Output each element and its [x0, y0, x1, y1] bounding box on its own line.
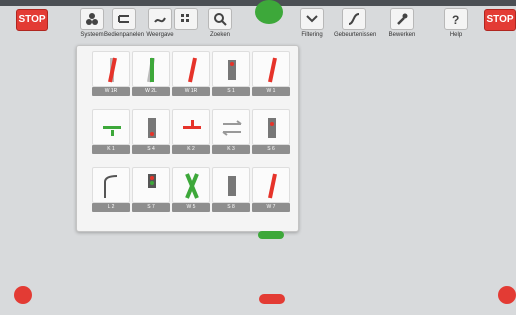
turnout-icon — [252, 51, 290, 87]
tile-label: S 1 — [212, 87, 250, 96]
chevron-down-icon — [300, 8, 324, 30]
toolbar-control-panels[interactable]: Bedienpanelen — [104, 8, 144, 40]
tablet-screen: STOP STOP Systeem Bedienpanelen Weergave — [0, 0, 516, 315]
events-icon — [342, 8, 366, 30]
right-corner-button[interactable] — [498, 286, 516, 304]
tile-label: W 5 — [172, 203, 210, 212]
toolbar-label: Help — [449, 32, 463, 38]
tile-label: W 2L — [132, 87, 170, 96]
tile-label: S 4 — [132, 145, 170, 154]
wrench-icon — [390, 8, 414, 30]
control-panels-icon — [112, 8, 136, 30]
left-corner-button[interactable] — [14, 286, 32, 304]
tile-w1[interactable]: W 1 — [252, 51, 290, 97]
tile-w1r-2[interactable]: W 1R — [172, 51, 210, 97]
tile-label: S 8 — [212, 203, 250, 212]
tile-w2l[interactable]: W 2L — [132, 51, 170, 97]
toolbar-label: Bewerken — [388, 32, 416, 38]
panel-resize-handle[interactable] — [258, 231, 284, 239]
stop-button-right[interactable]: STOP — [484, 9, 516, 31]
tile-label: W 1R — [92, 87, 130, 96]
signal-icon — [212, 167, 250, 203]
toolbar-edit[interactable]: Bewerken — [382, 8, 422, 40]
tile-s8[interactable]: S 8 — [212, 167, 250, 213]
tile-k3[interactable]: K 3 — [212, 109, 250, 155]
turnout-icon — [252, 167, 290, 203]
uncoupler-icon — [92, 109, 130, 145]
signal-icon — [212, 51, 250, 87]
toolbar-label: Gebeurtenissen — [334, 32, 377, 38]
system-icon — [80, 8, 104, 30]
toolbar-label: Zoeken — [209, 32, 230, 38]
turnout-icon — [172, 51, 210, 87]
search-icon — [208, 8, 232, 30]
tile-label: L 2 — [92, 203, 130, 212]
tile-panel: W 1R W 2L W 1R S 1 W 1 K 1 S 4 K 2 K 3 S… — [76, 45, 299, 232]
turnout-icon — [172, 167, 210, 203]
toolbar-search[interactable]: Zoeken — [200, 8, 240, 40]
tile-label: W 7 — [252, 203, 290, 212]
svg-text:?: ? — [452, 13, 459, 26]
tile-l2[interactable]: L 2 — [92, 167, 130, 213]
tile-k1[interactable]: K 1 — [92, 109, 130, 155]
tile-label: W 1 — [252, 87, 290, 96]
uncoupler-icon — [172, 109, 210, 145]
tile-w5[interactable]: W 5 — [172, 167, 210, 213]
crossing-icon — [212, 109, 250, 145]
turnout-icon — [132, 51, 170, 87]
toolbar-label: Bedienpanelen — [104, 32, 145, 38]
tile-label: S 7 — [132, 203, 170, 212]
tile-k2[interactable]: K 2 — [172, 109, 210, 155]
tile-label: S 6 — [252, 145, 290, 154]
toolbar-filtering[interactable]: Filtering — [292, 8, 332, 40]
tile-s6[interactable]: S 6 — [252, 109, 290, 155]
signal-icon — [252, 109, 290, 145]
toolbar-events[interactable]: Gebeurtenissen — [334, 8, 377, 40]
tile-label: W 1R — [172, 87, 210, 96]
help-icon: ? — [444, 8, 468, 30]
tile-w7[interactable]: W 7 — [252, 167, 290, 213]
signal-icon — [132, 167, 170, 203]
tile-label: K 3 — [212, 145, 250, 154]
stop-button-left[interactable]: STOP — [16, 9, 48, 31]
tile-s4[interactable]: S 4 — [132, 109, 170, 155]
bottom-pill-button[interactable] — [259, 294, 285, 304]
gesture-start-dot — [255, 0, 283, 24]
turnout-icon — [92, 51, 130, 87]
lantern-icon — [92, 167, 130, 203]
toolbar-help[interactable]: ? Help — [436, 8, 476, 40]
tile-s1[interactable]: S 1 — [212, 51, 250, 97]
tile-label: K 1 — [92, 145, 130, 154]
grid-icon — [174, 8, 198, 30]
tile-w1r[interactable]: W 1R — [92, 51, 130, 97]
tile-label: K 2 — [172, 145, 210, 154]
tile-s7[interactable]: S 7 — [132, 167, 170, 213]
signal-icon — [132, 109, 170, 145]
toolbar-label: Filtering — [301, 32, 323, 38]
